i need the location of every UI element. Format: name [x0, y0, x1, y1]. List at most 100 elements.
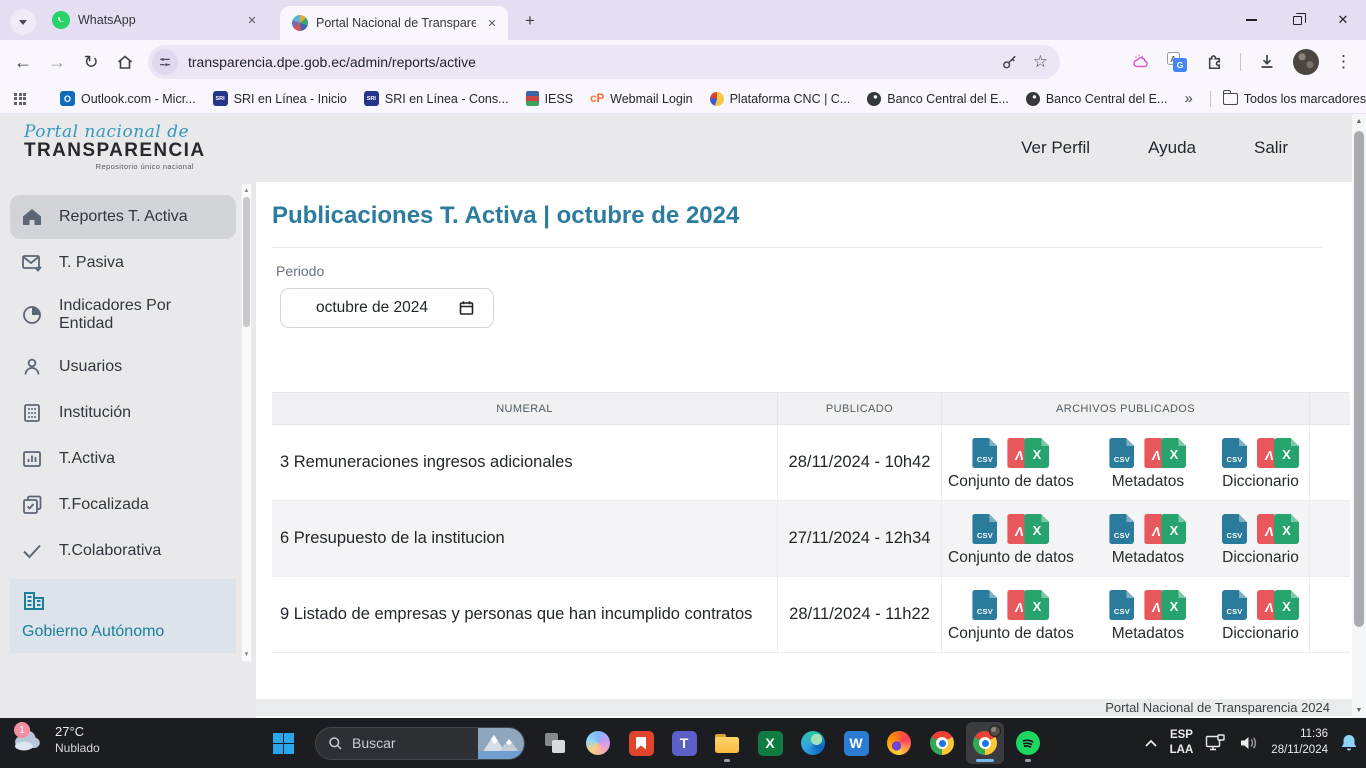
file-explorer-button[interactable] — [708, 722, 746, 764]
csv-file-icon[interactable] — [1222, 438, 1247, 468]
xls-file-icon[interactable] — [1161, 514, 1186, 544]
language-indicator[interactable]: ESP LAA — [1170, 728, 1194, 758]
notification-bell-icon[interactable] — [1340, 733, 1358, 753]
extensions-puzzle-icon[interactable] — [1203, 52, 1224, 73]
spotify-button[interactable] — [1009, 722, 1047, 764]
xls-file-icon[interactable] — [1161, 438, 1186, 468]
scroll-up-icon[interactable]: ▲ — [1356, 114, 1363, 129]
reload-button[interactable] — [74, 45, 108, 79]
sidebar-item-gobierno-autonomo[interactable]: Gobierno Autónomo — [10, 579, 236, 653]
logo-tagline: Repositorio único nacional — [24, 162, 194, 171]
downloads-icon[interactable] — [1257, 52, 1277, 72]
apps-grid-icon[interactable] — [14, 93, 26, 105]
nav-ver-perfil[interactable]: Ver Perfil — [1021, 138, 1090, 158]
copilot-button[interactable] — [579, 722, 617, 764]
csv-file-icon[interactable] — [1222, 590, 1247, 620]
translate-icon[interactable] — [1167, 52, 1187, 72]
tab-search-chevron-icon[interactable] — [10, 9, 36, 35]
period-date-input[interactable]: octubre de 2024 — [280, 288, 494, 328]
sidebar-item-indicadores[interactable]: Indicadores Por Entidad — [10, 287, 236, 343]
bookmark-outlook[interactable]: Outlook.com - Micr... — [60, 91, 196, 106]
bookmark-cnc[interactable]: Plataforma CNC | C... — [710, 92, 851, 106]
volume-icon[interactable] — [1239, 735, 1259, 751]
nav-ayuda[interactable]: Ayuda — [1148, 138, 1196, 158]
nav-salir[interactable]: Salir — [1254, 138, 1288, 158]
all-bookmarks-button[interactable]: Todos los marcadores — [1223, 92, 1366, 106]
start-button[interactable] — [264, 722, 302, 764]
xls-file-icon[interactable] — [1024, 514, 1049, 544]
restore-button[interactable] — [1274, 0, 1320, 40]
scroll-down-icon[interactable]: ▼ — [1356, 703, 1363, 718]
clock[interactable]: 11:36 28/11/2024 — [1271, 727, 1328, 758]
address-bar[interactable]: transparencia.dpe.gob.ec/admin/reports/a… — [148, 45, 1060, 79]
taskbar-search[interactable]: Buscar — [315, 727, 525, 760]
sidebar-item-t-pasiva[interactable]: T. Pasiva — [10, 241, 236, 285]
bookmarks-overflow-icon[interactable] — [1184, 90, 1192, 107]
xls-file-icon[interactable] — [1161, 590, 1186, 620]
new-tab-button[interactable] — [518, 9, 542, 33]
tray-chevron-up-icon[interactable] — [1144, 738, 1158, 748]
teams-button[interactable] — [665, 722, 703, 764]
search-highlight-image[interactable] — [478, 727, 524, 760]
csv-file-icon[interactable] — [972, 514, 997, 544]
profile-avatar[interactable] — [1293, 49, 1319, 75]
browser-menu-icon[interactable] — [1335, 52, 1352, 72]
csv-file-icon[interactable] — [972, 438, 997, 468]
xls-file-icon[interactable] — [1024, 590, 1049, 620]
xls-file-icon[interactable] — [1274, 590, 1299, 620]
bookmark-banco-central-1[interactable]: Banco Central del E... — [867, 92, 1009, 106]
tab-whatsapp[interactable]: WhatsApp — [40, 0, 268, 40]
forward-button[interactable] — [40, 45, 74, 79]
csv-file-icon[interactable] — [972, 590, 997, 620]
chrome-button[interactable] — [923, 722, 961, 764]
sidebar-item-usuarios[interactable]: Usuarios — [10, 345, 236, 389]
csv-file-icon[interactable] — [1109, 438, 1134, 468]
home-button[interactable] — [108, 45, 142, 79]
back-button[interactable] — [6, 45, 40, 79]
outlook-icon — [60, 91, 75, 106]
csv-file-icon[interactable] — [1222, 514, 1247, 544]
calendar-icon[interactable] — [459, 300, 474, 316]
tab-portal-transparencia[interactable]: Portal Nacional de Transparenci — [280, 6, 508, 40]
page-scrollbar[interactable]: ▲ ▼ — [1352, 114, 1366, 718]
tab-close-icon[interactable] — [484, 15, 500, 31]
scroll-thumb[interactable] — [1354, 131, 1364, 627]
scroll-up-icon[interactable]: ▲ — [243, 184, 249, 197]
scroll-thumb[interactable] — [243, 197, 250, 327]
tab-close-icon[interactable] — [244, 12, 260, 28]
site-info-icon[interactable] — [152, 49, 178, 75]
word-button[interactable] — [837, 722, 875, 764]
bookmark-banco-central-2[interactable]: Banco Central del E... — [1026, 92, 1168, 106]
firefox-button[interactable] — [880, 722, 918, 764]
file-group-metadatos: Metadatos — [1109, 510, 1186, 567]
edge-button[interactable] — [794, 722, 832, 764]
globe-icon — [867, 92, 881, 106]
bookmark-star-icon[interactable] — [1033, 52, 1048, 72]
excel-button[interactable] — [751, 722, 789, 764]
chrome-profile-button[interactable] — [966, 722, 1004, 764]
bookmark-iess[interactable]: IESS — [526, 91, 574, 106]
network-icon[interactable] — [1205, 734, 1227, 752]
csv-file-icon[interactable] — [1109, 590, 1134, 620]
xls-file-icon[interactable] — [1274, 438, 1299, 468]
weather-extension-icon[interactable] — [1131, 52, 1151, 72]
sidebar-item-institucion[interactable]: Institución — [10, 391, 236, 435]
password-key-icon[interactable] — [1000, 53, 1019, 72]
sidebar-item-reportes-t-activa[interactable]: Reportes T. Activa — [10, 195, 236, 239]
weather-widget[interactable]: 1 27°C Nublado — [12, 724, 100, 755]
minimize-button[interactable] — [1228, 0, 1274, 40]
pdf-app-button[interactable] — [622, 722, 660, 764]
csv-file-icon[interactable] — [1109, 514, 1134, 544]
close-button[interactable] — [1320, 0, 1366, 40]
xls-file-icon[interactable] — [1274, 514, 1299, 544]
sidebar-item-t-activa[interactable]: T.Activa — [10, 437, 236, 481]
xls-file-icon[interactable] — [1024, 438, 1049, 468]
sidebar-scrollbar[interactable]: ▲ ▼ — [241, 183, 252, 662]
bookmark-webmail[interactable]: Webmail Login — [590, 92, 693, 106]
bookmark-sri-inicio[interactable]: SRI en Línea - Inicio — [213, 91, 347, 106]
scroll-down-icon[interactable]: ▼ — [243, 648, 249, 661]
sidebar-item-t-focalizada[interactable]: T.Focalizada — [10, 483, 236, 527]
sidebar-item-t-colaborativa[interactable]: T.Colaborativa — [10, 529, 236, 573]
task-view-button[interactable] — [536, 722, 574, 764]
bookmark-sri-consultas[interactable]: SRI en Línea - Cons... — [364, 91, 509, 106]
